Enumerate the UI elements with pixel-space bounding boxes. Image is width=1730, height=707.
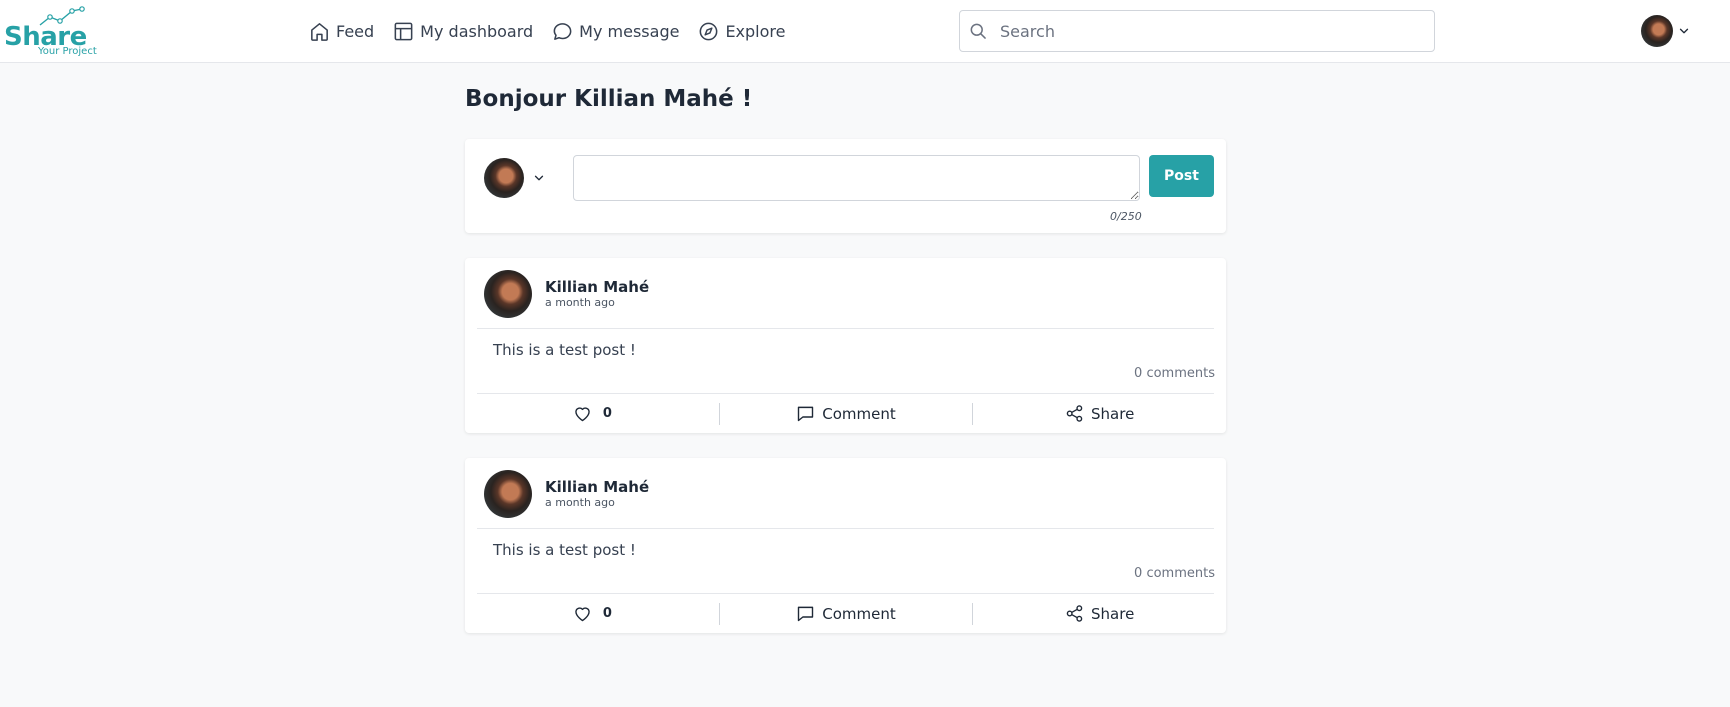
author-avatar[interactable] bbox=[484, 270, 532, 318]
chevron-down-icon bbox=[1679, 28, 1689, 34]
search-box bbox=[959, 10, 1435, 52]
top-navbar: Share Your Project Feed My dashboard My … bbox=[0, 0, 1730, 63]
share-button[interactable]: Share bbox=[972, 394, 1226, 433]
post-composer: 0/250 Post bbox=[465, 139, 1226, 233]
share-button[interactable]: Share bbox=[972, 594, 1226, 633]
comment-icon bbox=[798, 406, 814, 422]
page-greeting: Bonjour Killian Mahé ! bbox=[465, 86, 753, 112]
share-icon bbox=[1066, 605, 1083, 622]
comment-icon bbox=[798, 606, 814, 622]
comments-count[interactable]: 0 comments bbox=[1134, 566, 1215, 581]
brand-logo[interactable]: Share Your Project bbox=[4, 6, 100, 58]
logo-tagline: Your Project bbox=[38, 46, 97, 57]
search-input[interactable] bbox=[1000, 21, 1420, 41]
post-timestamp: a month ago bbox=[545, 296, 615, 309]
share-icon bbox=[1066, 405, 1083, 422]
post-actions: 0 Comment Share bbox=[465, 394, 1226, 433]
nav-dashboard-label: My dashboard bbox=[420, 21, 534, 41]
like-count: 0 bbox=[602, 406, 612, 421]
user-avatar bbox=[1641, 15, 1673, 47]
share-label: Share bbox=[1091, 604, 1135, 623]
composer-avatar bbox=[484, 158, 524, 198]
like-button[interactable]: 0 bbox=[465, 394, 719, 433]
post-timestamp: a month ago bbox=[545, 496, 615, 509]
divider bbox=[477, 328, 1214, 329]
post-header: Killian Mahé a month ago bbox=[484, 270, 649, 318]
post-textarea[interactable] bbox=[573, 155, 1140, 201]
post-author[interactable]: Killian Mahé bbox=[545, 278, 649, 296]
comment-button[interactable]: Comment bbox=[718, 594, 973, 633]
heart-icon bbox=[575, 407, 590, 422]
post-actions: 0 Comment Share bbox=[465, 594, 1226, 633]
post-card: Killian Mahé a month ago This is a test … bbox=[465, 258, 1226, 433]
home-icon bbox=[311, 22, 328, 41]
share-label: Share bbox=[1091, 404, 1135, 423]
dashboard-icon bbox=[394, 22, 413, 40]
nav-dashboard[interactable]: My dashboard bbox=[392, 20, 533, 43]
comments-count[interactable]: 0 comments bbox=[1134, 366, 1215, 381]
comment-label: Comment bbox=[822, 404, 896, 423]
compass-icon bbox=[700, 22, 718, 40]
comment-button[interactable]: Comment bbox=[718, 394, 973, 433]
nav-explore[interactable]: Explore bbox=[697, 20, 785, 43]
chevron-down-icon bbox=[534, 175, 544, 181]
identity-selector[interactable] bbox=[484, 158, 546, 198]
author-avatar[interactable] bbox=[484, 470, 532, 518]
search-icon bbox=[970, 23, 986, 39]
post-button[interactable]: Post bbox=[1149, 155, 1214, 197]
message-icon bbox=[553, 22, 572, 40]
like-button[interactable]: 0 bbox=[465, 594, 719, 633]
post-author[interactable]: Killian Mahé bbox=[545, 478, 649, 496]
nav-messages[interactable]: My message bbox=[551, 20, 679, 43]
nav-messages-label: My message bbox=[579, 21, 680, 41]
nav-feed-label: Feed bbox=[336, 21, 375, 41]
nav-explore-label: Explore bbox=[725, 21, 786, 41]
comment-label: Comment bbox=[822, 604, 896, 623]
nav-feed[interactable]: Feed bbox=[308, 20, 374, 43]
divider bbox=[477, 528, 1214, 529]
post-content: This is a test post ! bbox=[493, 341, 636, 359]
post-card: Killian Mahé a month ago This is a test … bbox=[465, 458, 1226, 633]
user-menu[interactable] bbox=[1641, 14, 1691, 48]
like-count: 0 bbox=[602, 606, 612, 621]
char-counter: 0/250 bbox=[1110, 210, 1142, 223]
main-nav: Feed My dashboard My message Explore bbox=[308, 15, 803, 47]
heart-icon bbox=[575, 607, 590, 622]
post-content: This is a test post ! bbox=[493, 541, 636, 559]
post-header: Killian Mahé a month ago bbox=[484, 470, 649, 518]
